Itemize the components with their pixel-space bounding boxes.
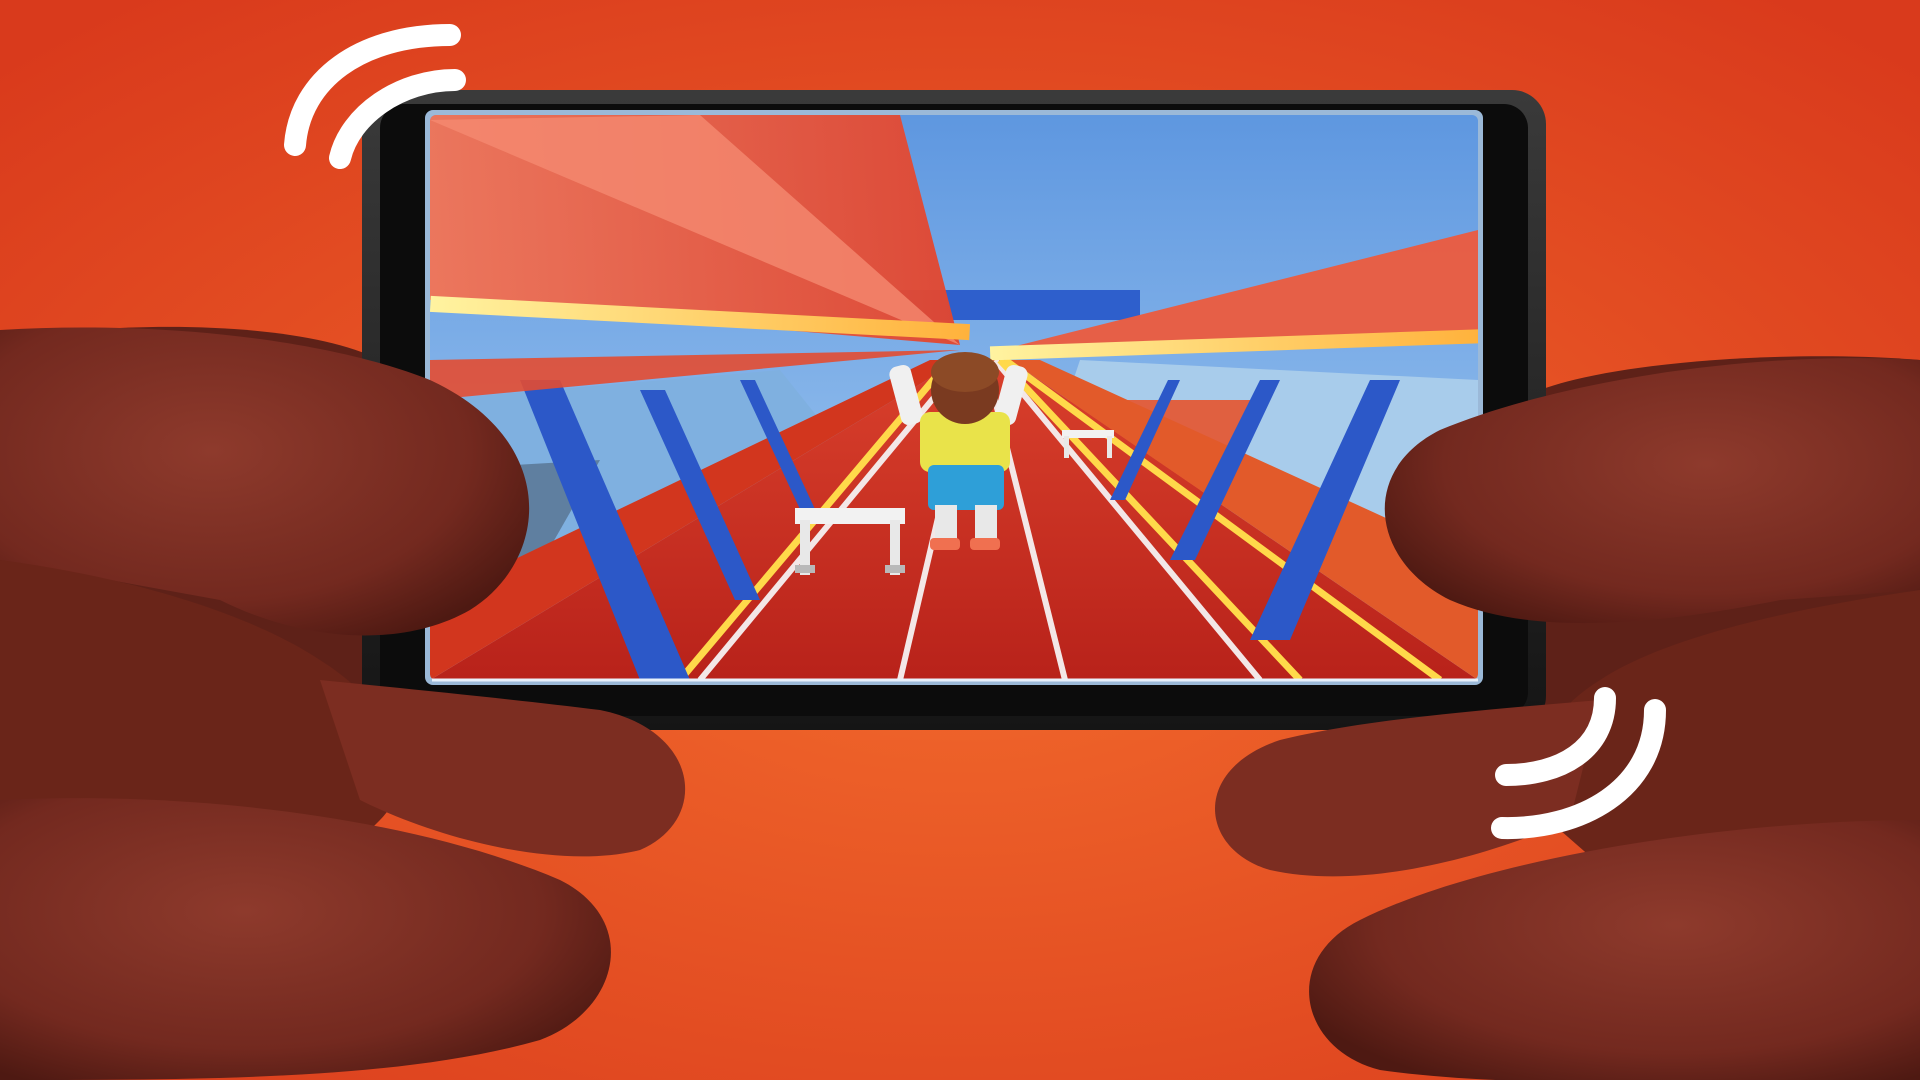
phone-gaming-illustration xyxy=(0,0,1920,1080)
game-screen xyxy=(430,115,1478,680)
illustration-stage xyxy=(0,0,1920,1080)
